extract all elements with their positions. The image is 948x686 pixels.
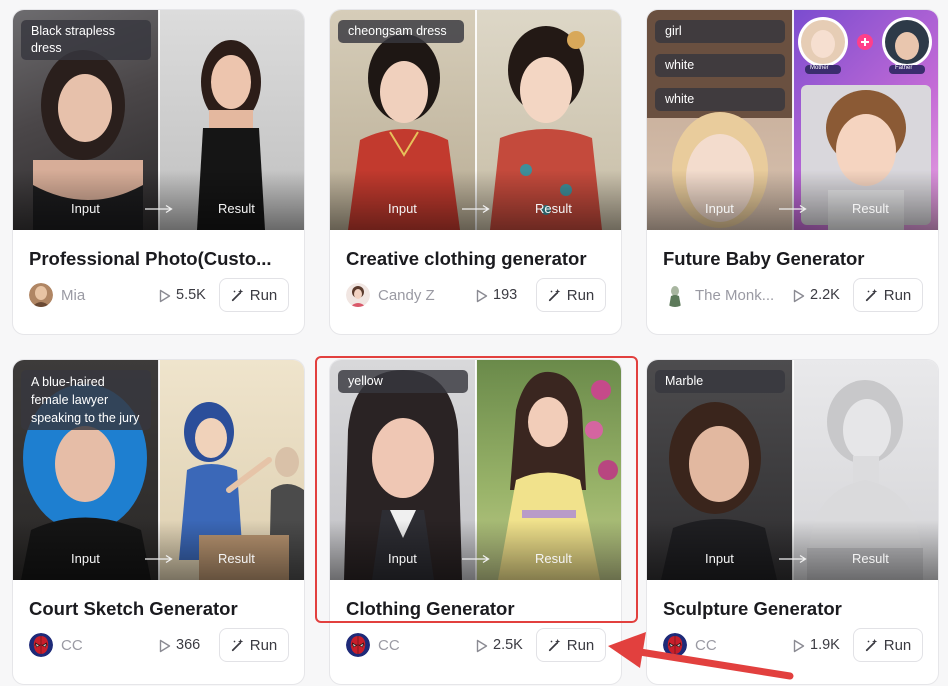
preview-image[interactable]: cheongsam dress Input Result	[330, 10, 621, 230]
author-name[interactable]: CC	[378, 637, 470, 654]
run-button[interactable]: Run	[536, 628, 606, 662]
app-card[interactable]: yellow Input Result Clothing Generator C…	[329, 359, 622, 685]
card-title[interactable]: Sculpture Generator	[663, 598, 925, 620]
author-avatar[interactable]	[346, 283, 370, 307]
prompt-tag: Marble	[655, 370, 785, 393]
run-button[interactable]: Run	[853, 628, 923, 662]
run-count: 2.2K	[810, 287, 840, 303]
prompt-tag: girl	[655, 20, 785, 43]
spider-mask-icon	[29, 633, 53, 657]
spider-mask-icon	[346, 633, 370, 657]
play-icon	[476, 639, 488, 653]
arrow-right-icon	[779, 204, 807, 214]
input-label: Input	[388, 201, 417, 216]
play-icon	[476, 289, 488, 303]
result-label: Result	[852, 201, 889, 216]
card-title[interactable]: Professional Photo(Custo...	[29, 248, 291, 270]
arrow-right-icon	[462, 554, 490, 564]
play-icon	[159, 639, 171, 653]
card-title[interactable]: Court Sketch Generator	[29, 598, 291, 620]
result-label: Result	[218, 551, 255, 566]
arrow-right-icon	[145, 204, 173, 214]
arrow-right-icon	[462, 204, 490, 214]
run-button-label: Run	[249, 636, 278, 654]
run-button-label: Run	[249, 286, 278, 304]
input-label: Input	[71, 201, 100, 216]
run-count: 366	[176, 637, 201, 653]
result-label: Result	[535, 201, 572, 216]
run-button[interactable]: Run	[853, 278, 923, 312]
card-title[interactable]: Future Baby Generator	[663, 248, 925, 270]
run-button-label: Run	[883, 286, 912, 304]
result-label: Result	[535, 551, 572, 566]
preview-image[interactable]: Black strapless dress Input Result	[13, 10, 304, 230]
run-button-label: Run	[566, 286, 595, 304]
preview-image[interactable]: yellow Input Result	[330, 360, 621, 580]
prompt-tag: yellow	[338, 370, 468, 393]
magic-wand-icon	[231, 288, 245, 302]
app-card[interactable]: cheongsam dress Input Result Creative cl…	[329, 9, 622, 335]
arrow-right-icon	[779, 554, 807, 564]
input-label: Input	[705, 201, 734, 216]
author-name[interactable]: Mia	[61, 287, 153, 304]
author-avatar[interactable]	[663, 283, 687, 307]
pointer-arrow-icon	[608, 632, 794, 680]
app-card[interactable]: Mother Father girl white white Input Res…	[646, 9, 939, 335]
result-label: Result	[218, 201, 255, 216]
author-avatar[interactable]	[346, 633, 370, 657]
card-title[interactable]: Clothing Generator	[346, 598, 608, 620]
preview-image[interactable]: Mother Father girl white white Input Res…	[647, 10, 938, 230]
input-label: Input	[71, 551, 100, 566]
magic-wand-icon	[865, 638, 879, 652]
prompt-tag: Black strapless dress	[21, 20, 151, 60]
run-button[interactable]: Run	[219, 278, 289, 312]
run-count: 2.5K	[493, 637, 523, 653]
magic-wand-icon	[231, 638, 245, 652]
author-name[interactable]: Candy Z	[378, 287, 470, 304]
magic-wand-icon	[548, 638, 562, 652]
author-avatar[interactable]	[29, 283, 53, 307]
result-label: Result	[852, 551, 889, 566]
magic-wand-icon	[548, 288, 562, 302]
father-label: Father	[895, 65, 913, 71]
magic-wand-icon	[865, 288, 879, 302]
mother-label: Mother	[810, 65, 829, 71]
author-name[interactable]: The Monk...	[695, 287, 787, 304]
run-button[interactable]: Run	[536, 278, 606, 312]
run-count: 5.5K	[176, 287, 206, 303]
input-label: Input	[388, 551, 417, 566]
author-name[interactable]: CC	[61, 637, 153, 654]
run-button[interactable]: Run	[219, 628, 289, 662]
app-card[interactable]: A blue-haired female lawyer speaking to …	[12, 359, 305, 685]
app-card[interactable]: Black strapless dress Input Result Profe…	[12, 9, 305, 335]
prompt-tag: white	[655, 54, 785, 77]
run-count: 1.9K	[810, 637, 840, 653]
arrow-right-icon	[145, 554, 173, 564]
author-avatar[interactable]	[29, 633, 53, 657]
preview-image[interactable]: A blue-haired female lawyer speaking to …	[13, 360, 304, 580]
run-count: 193	[493, 287, 518, 303]
input-label: Input	[705, 551, 734, 566]
prompt-tag: cheongsam dress	[338, 20, 464, 43]
prompt-tag: A blue-haired female lawyer speaking to …	[21, 370, 151, 430]
preview-image[interactable]: Marble Input Result	[647, 360, 938, 580]
play-icon	[159, 289, 171, 303]
run-button-label: Run	[566, 636, 595, 654]
run-button-label: Run	[883, 636, 912, 654]
prompt-tag: white	[655, 88, 785, 111]
play-icon	[793, 289, 805, 303]
card-title[interactable]: Creative clothing generator	[346, 248, 608, 270]
